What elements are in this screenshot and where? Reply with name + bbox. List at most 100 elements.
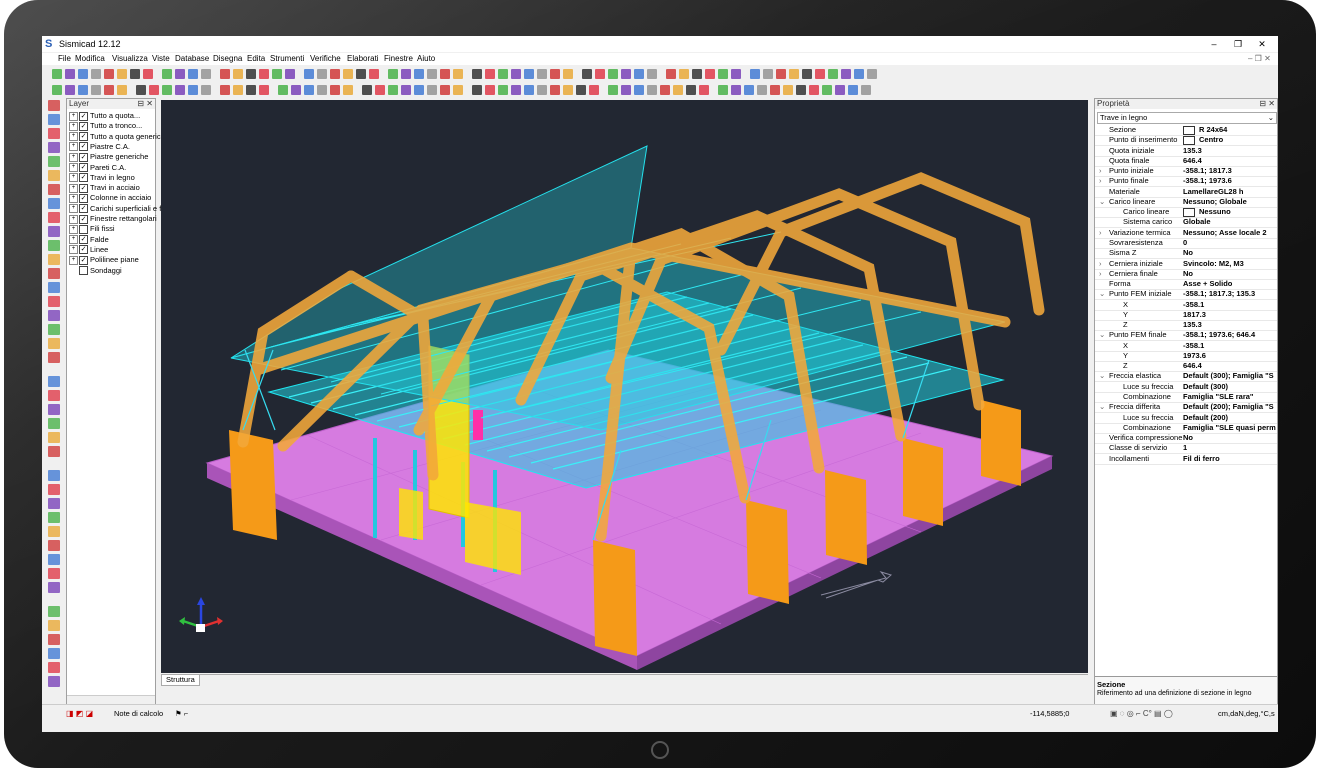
property-value[interactable]: -358.1; 1817.3 <box>1183 166 1232 176</box>
drawing-tool-icon[interactable] <box>48 128 60 139</box>
drawing-tool-icon[interactable] <box>48 198 60 209</box>
toolbar-tool-icon[interactable] <box>259 69 269 79</box>
toolbar-tool-icon[interactable] <box>201 85 211 95</box>
toolbar-tool-icon[interactable] <box>511 85 521 95</box>
expand-icon[interactable]: + <box>69 111 78 121</box>
layer-visibility-checkbox[interactable]: ✓ <box>79 255 88 265</box>
toolbar-tool-icon[interactable] <box>453 69 463 79</box>
toolbar-tool-icon[interactable] <box>330 85 340 95</box>
toolbar-tool-icon[interactable] <box>201 69 211 79</box>
drawing-tool-icon[interactable] <box>48 432 60 443</box>
toolbar-tool-icon[interactable] <box>679 69 689 79</box>
property-value[interactable]: -358.1; 1973.6 <box>1183 176 1232 186</box>
toolbar-tool-icon[interactable] <box>136 85 146 95</box>
drawing-tool-icon[interactable] <box>48 526 60 537</box>
property-value[interactable]: 1 <box>1183 443 1187 453</box>
toolbar-tool-icon[interactable] <box>272 69 282 79</box>
toolbar-tool-icon[interactable] <box>718 69 728 79</box>
toolbar-tool-icon[interactable] <box>104 69 114 79</box>
toolbar-tool-icon[interactable] <box>52 85 62 95</box>
close-button[interactable]: ✕ <box>1252 37 1272 51</box>
drawing-tool-icon[interactable] <box>48 568 60 579</box>
expand-icon[interactable]: + <box>69 224 78 234</box>
expand-icon[interactable]: + <box>69 255 78 265</box>
drawing-tool-icon[interactable] <box>48 100 60 111</box>
expand-icon[interactable]: + <box>69 183 78 193</box>
toolbar-tool-icon[interactable] <box>472 69 482 79</box>
toolbar-tool-icon[interactable] <box>621 69 631 79</box>
property-value[interactable]: Famiglia "SLE rara" <box>1183 392 1253 402</box>
toolbar-tool-icon[interactable] <box>259 85 269 95</box>
menu-modifica[interactable]: Modifica <box>75 54 105 63</box>
drawing-tool-icon[interactable] <box>48 648 60 659</box>
layer-visibility-checkbox[interactable]: ✓ <box>79 111 88 121</box>
restore-button[interactable]: ❐ <box>1228 37 1248 51</box>
collapse-arrow-icon[interactable]: ⌄ <box>1099 330 1105 340</box>
object-type-select[interactable]: Trave in legno ⌄ <box>1097 112 1277 124</box>
drawing-tool-icon[interactable] <box>48 554 60 565</box>
layer-item[interactable]: + ✓ Polilinee piane <box>69 255 139 265</box>
toolbar-tool-icon[interactable] <box>78 69 88 79</box>
toolbar-tool-icon[interactable] <box>770 85 780 95</box>
toolbar-tool-icon[interactable] <box>563 85 573 95</box>
drawing-tool-icon[interactable] <box>48 268 60 279</box>
panel-pin-close-icon[interactable]: ⊟ ✕ <box>137 99 153 109</box>
toolbar-tool-icon[interactable] <box>776 69 786 79</box>
toolbar-tool-icon[interactable] <box>537 85 547 95</box>
property-value[interactable]: 1973.6 <box>1183 351 1206 361</box>
drawing-tool-icon[interactable] <box>48 254 60 265</box>
status-extra-icon[interactable]: ⚑ ⌐ <box>175 709 188 718</box>
layer-visibility-checkbox[interactable] <box>79 266 88 276</box>
toolbar-tool-icon[interactable] <box>246 69 256 79</box>
menu-edita[interactable]: Edita <box>247 54 265 63</box>
toolbar-tool-icon[interactable] <box>388 85 398 95</box>
collapse-arrow-icon[interactable]: ⌄ <box>1099 402 1105 412</box>
expand-icon[interactable]: + <box>69 152 78 162</box>
property-value[interactable]: -358.1; 1817.3; 135.3 <box>1183 289 1255 299</box>
layer-visibility-checkbox[interactable]: ✓ <box>79 142 88 152</box>
mdi-controls[interactable]: – ❐ ✕ <box>1248 54 1271 63</box>
layer-item[interactable]: + ✓ Linee <box>69 245 108 255</box>
expand-arrow-icon[interactable]: › <box>1099 269 1102 279</box>
drawing-tool-icon[interactable] <box>48 156 60 167</box>
toolbar-tool-icon[interactable] <box>65 69 75 79</box>
drawing-tool-icon[interactable] <box>48 184 60 195</box>
toolbar-tool-icon[interactable] <box>686 85 696 95</box>
toolbar-tool-icon[interactable] <box>304 85 314 95</box>
layer-visibility-checkbox[interactable]: ✓ <box>79 245 88 255</box>
toolbar-tool-icon[interactable] <box>789 69 799 79</box>
drawing-tool-icon[interactable] <box>48 470 60 481</box>
toolbar-tool-icon[interactable] <box>647 69 657 79</box>
layer-visibility-checkbox[interactable] <box>79 224 88 234</box>
toolbar-tool-icon[interactable] <box>731 69 741 79</box>
toolbar-tool-icon[interactable] <box>550 85 560 95</box>
minimize-button[interactable]: – <box>1204 37 1224 51</box>
toolbar-tool-icon[interactable] <box>634 69 644 79</box>
toolbar-tool-icon[interactable] <box>485 85 495 95</box>
expand-icon[interactable]: + <box>69 245 78 255</box>
toolbar-tool-icon[interactable] <box>369 69 379 79</box>
layer-visibility-checkbox[interactable]: ✓ <box>79 132 88 142</box>
toolbar-tool-icon[interactable] <box>815 69 825 79</box>
property-value[interactable]: Nessuno <box>1199 207 1231 217</box>
layer-visibility-checkbox[interactable]: ✓ <box>79 214 88 224</box>
toolbar-tool-icon[interactable] <box>750 69 760 79</box>
toolbar-tool-icon[interactable] <box>802 69 812 79</box>
toolbar-tool-icon[interactable] <box>356 69 366 79</box>
property-value[interactable]: No <box>1183 433 1193 443</box>
layer-visibility-checkbox[interactable]: ✓ <box>79 183 88 193</box>
drawing-tool-icon[interactable] <box>48 282 60 293</box>
layer-item[interactable]: + ✓ Piastre generiche <box>69 152 148 162</box>
toolbar-tool-icon[interactable] <box>621 85 631 95</box>
drawing-tool-icon[interactable] <box>48 352 60 363</box>
layer-item[interactable]: + ✓ Travi in acciaio <box>69 183 140 193</box>
menu-aiuto[interactable]: Aiuto <box>417 54 435 63</box>
toolbar-tool-icon[interactable] <box>485 69 495 79</box>
expand-icon[interactable]: + <box>69 173 78 183</box>
toolbar-tool-icon[interactable] <box>414 69 424 79</box>
layer-item[interactable]: + ✓ Travi in legno <box>69 173 135 183</box>
toolbar-tool-icon[interactable] <box>589 85 599 95</box>
toolbar-tool-icon[interactable] <box>143 69 153 79</box>
menu-disegna[interactable]: Disegna <box>213 54 242 63</box>
expand-arrow-icon[interactable]: › <box>1099 166 1102 176</box>
